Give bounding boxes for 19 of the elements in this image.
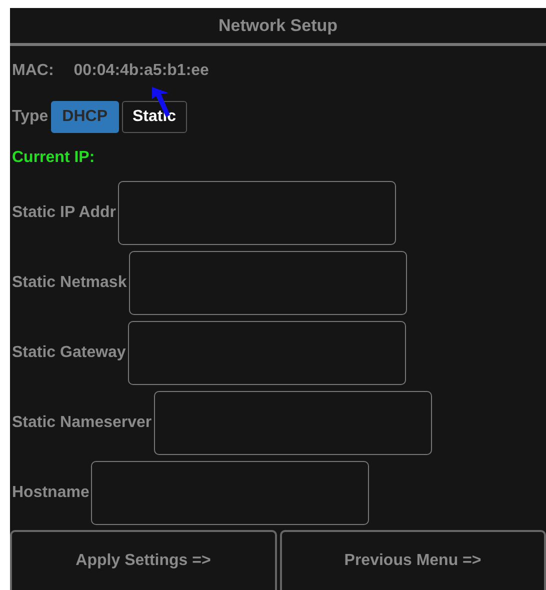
field-label: Static IP Addr: [12, 204, 116, 222]
window-title: Network Setup: [10, 8, 546, 46]
field-label: Static Netmask: [12, 274, 127, 292]
field-label: Hostname: [12, 484, 90, 502]
input-field[interactable]: [128, 251, 407, 315]
input-field[interactable]: [154, 391, 432, 455]
mac-label: MAC:: [12, 62, 54, 80]
field-label: Static Nameserver: [12, 414, 152, 432]
input-field[interactable]: [118, 181, 396, 245]
menu-button[interactable]: Apply Settings =>: [10, 530, 276, 590]
field-label: Static Gateway: [12, 344, 126, 362]
type-label: Type: [12, 108, 48, 126]
menu-button[interactable]: Previous Menu =>: [280, 530, 546, 590]
type-option-button[interactable]: Static: [122, 101, 188, 133]
mac-address: 00:04:4b:a5:b1:ee: [74, 62, 209, 80]
input-field[interactable]: [91, 461, 370, 525]
input-field[interactable]: [128, 321, 406, 385]
type-option-button[interactable]: DHCP: [51, 101, 118, 133]
current-ip-label: Current IP:: [11, 148, 96, 168]
